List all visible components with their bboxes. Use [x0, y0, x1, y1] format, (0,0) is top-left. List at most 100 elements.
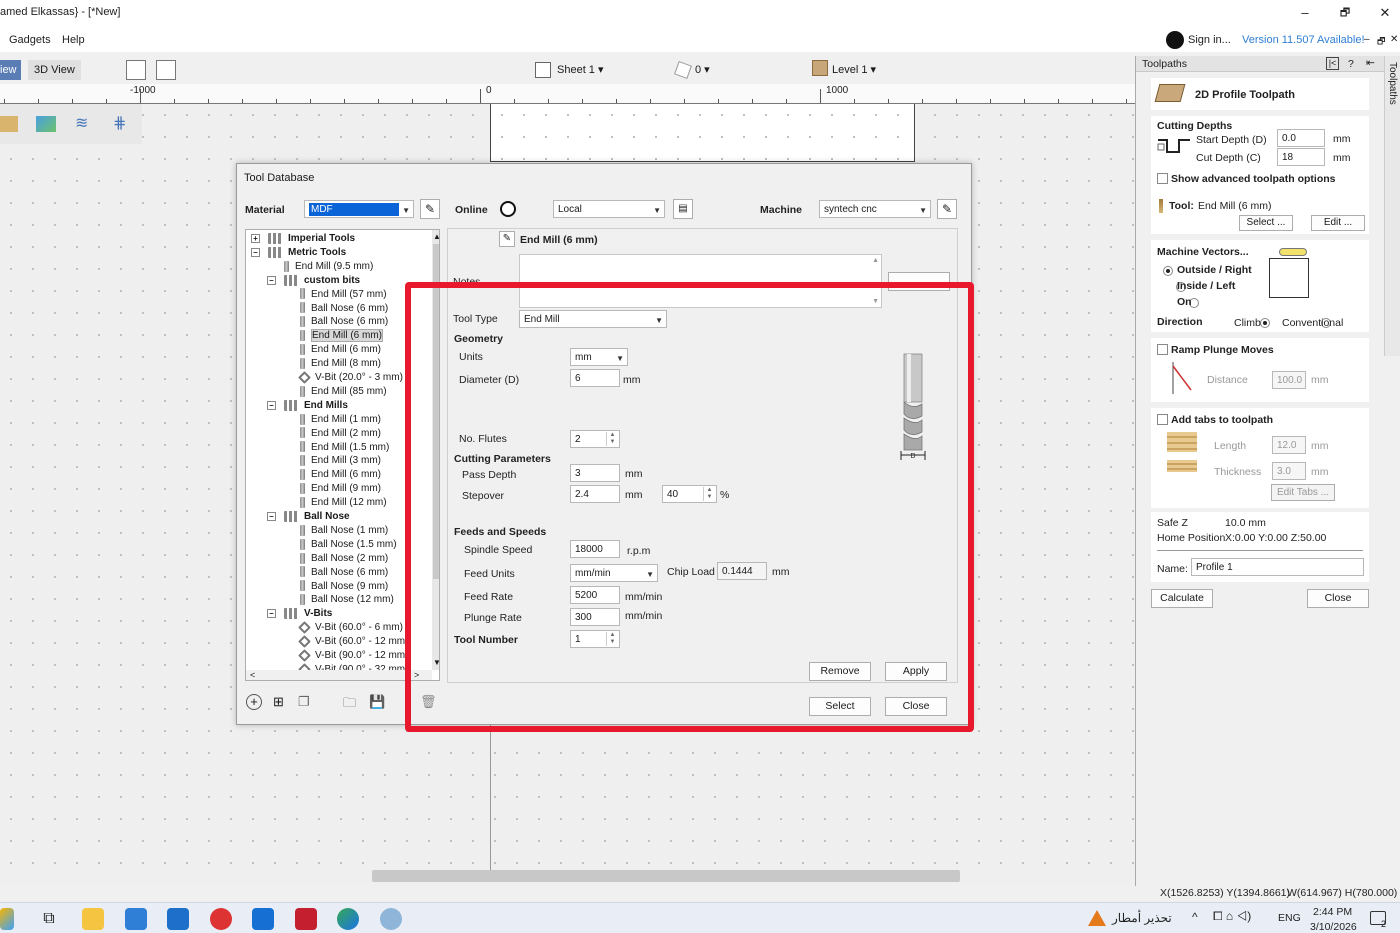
menu-help[interactable]: Help — [62, 34, 85, 46]
tree-item[interactable]: V-Bit (60.0° - 12 mm) — [298, 635, 408, 649]
tree-group[interactable]: – V-Bits — [267, 607, 332, 621]
edit-tabs-button[interactable]: Edit Tabs ... — [1271, 484, 1335, 501]
toolpaths-side-tab[interactable]: Toolpaths — [1384, 56, 1400, 356]
close-window-button[interactable]: ✕ — [1375, 4, 1395, 22]
length-input[interactable]: 12.0 — [1272, 436, 1306, 454]
open-folder-button[interactable]: 🗀 — [343, 694, 363, 714]
tree-item[interactable]: V-Bit (20.0° - 3 mm) — [298, 370, 403, 385]
tree-group[interactable]: – Ball Nose — [267, 510, 350, 524]
expand-icon[interactable]: + — [251, 234, 260, 243]
online-dropdown[interactable]: Local ▼ — [553, 200, 665, 218]
cut-depth-input[interactable]: 18 — [1277, 148, 1325, 166]
toolpath-name-input[interactable]: Profile 1 — [1191, 558, 1364, 576]
tree-group[interactable]: – End Mills — [267, 399, 348, 413]
tree-item[interactable]: Ball Nose (1 mm) — [300, 524, 388, 538]
task-view-icon[interactable]: ⧉ — [38, 908, 60, 930]
close-toolpath-button[interactable]: Close — [1307, 589, 1369, 608]
doc-minimize-button[interactable]: – — [1364, 34, 1370, 45]
minimize-button[interactable]: – — [1295, 4, 1315, 22]
canvas-scrollbar[interactable] — [372, 870, 960, 882]
weather-warning-icon[interactable] — [1088, 910, 1106, 926]
modeling-icon[interactable] — [36, 116, 56, 132]
sheet-dropdown[interactable]: Sheet 1 ▾ — [551, 60, 610, 80]
tree-item[interactable]: End Mill (6 mm) — [300, 468, 381, 482]
panel-collapse-icon[interactable]: |< — [1326, 57, 1339, 70]
tree-group[interactable]: – Metric Tools — [251, 246, 346, 260]
tree-item[interactable]: V-Bit (60.0° - 6 mm) — [298, 621, 403, 635]
distance-input[interactable]: 100.0 — [1272, 371, 1306, 389]
thickness-input[interactable]: 3.0 — [1272, 462, 1306, 480]
copilot-icon[interactable] — [0, 908, 14, 930]
ramp-checkbox[interactable] — [1157, 344, 1168, 355]
material-sheet[interactable] — [490, 104, 915, 162]
tree-item[interactable]: End Mill (2 mm) — [300, 427, 381, 441]
tree-item[interactable]: Ball Nose (6 mm) — [300, 566, 388, 580]
database-settings-button[interactable]: ▤ — [673, 199, 693, 219]
scroll-up-icon[interactable]: ▲ — [433, 232, 439, 241]
collapse-icon[interactable]: – — [251, 247, 260, 257]
toolpath-icon[interactable]: ≋ — [75, 116, 95, 132]
tree-item[interactable]: End Mill (9 mm) — [300, 482, 381, 496]
split-vertical-icon[interactable] — [156, 60, 176, 80]
edit-tool-button[interactable]: Edit ... — [1311, 215, 1365, 231]
tree-item[interactable]: End Mill (57 mm) — [300, 288, 387, 302]
clock-date[interactable]: 3/10/2026 — [1310, 921, 1357, 933]
menu-gadgets[interactable]: Gadgets — [9, 34, 51, 46]
machine-dropdown[interactable]: syntech cnc ▼ — [819, 200, 931, 218]
store-icon[interactable] — [125, 908, 147, 930]
rotation-dropdown[interactable]: 0 ▾ — [689, 60, 716, 80]
tree-item[interactable]: End Mill (3 mm) — [300, 454, 381, 468]
autocad-icon[interactable] — [295, 908, 317, 930]
split-horizontal-icon[interactable] — [126, 60, 146, 80]
advanced-options-checkbox[interactable] — [1157, 173, 1168, 184]
tree-group[interactable]: + Imperial Tools — [251, 232, 355, 246]
tree-item[interactable]: End Mill (1 mm) — [300, 413, 381, 427]
chevron-up-icon[interactable]: ^ — [1192, 910, 1198, 924]
tree-item[interactable]: End Mill (8 mm) — [300, 357, 381, 371]
add-group-button[interactable]: ⊞ — [273, 694, 293, 714]
edit-machine-button[interactable]: ✎ — [937, 199, 957, 219]
tabs-checkbox[interactable] — [1157, 414, 1168, 425]
level-dropdown[interactable]: Level 1 ▾ — [826, 60, 882, 80]
version-available-link[interactable]: Version 11.507 Available! — [1242, 34, 1365, 46]
edit-tool-name-button[interactable]: ✎ — [499, 231, 515, 247]
material-setup-icon[interactable] — [0, 116, 18, 132]
maximize-button[interactable]: 🗗 — [1335, 4, 1355, 22]
tree-item[interactable]: V-Bit (90.0° - 12 mm) — [298, 648, 408, 663]
climb-radio[interactable] — [1260, 318, 1271, 329]
scroll-left-icon[interactable]: < — [250, 670, 255, 680]
tree-item[interactable]: End Mill (6 mm) — [300, 343, 381, 357]
tree-item[interactable]: Ball Nose (6 mm) — [300, 315, 388, 329]
material-dropdown[interactable]: MDF ▼ — [304, 200, 414, 218]
collapse-icon[interactable]: – — [267, 275, 276, 285]
add-tool-button[interactable]: + — [246, 694, 266, 714]
tree-item[interactable]: End Mill (85 mm) — [300, 385, 387, 399]
toolpath-preview-icon[interactable]: ⋕ — [113, 116, 133, 132]
scroll-up-icon[interactable]: ▲ — [872, 257, 879, 264]
app-icon[interactable] — [210, 908, 232, 930]
tab-3d-view[interactable]: 3D View — [28, 60, 81, 80]
tree-item[interactable]: End Mill (6 mm) — [300, 329, 384, 343]
language-indicator[interactable]: ENG — [1278, 912, 1301, 924]
tray-icons[interactable]: ⧠ ⌂ ◁) — [1213, 909, 1251, 924]
tree-item[interactable]: End Mill (1.5 mm) — [300, 441, 389, 455]
sign-in-link[interactable]: Sign in... — [1188, 34, 1231, 46]
user-account-icon[interactable] — [500, 201, 516, 217]
tab-2d-view[interactable]: iew — [0, 60, 21, 80]
tree-item[interactable]: End Mill (9.5 mm) — [284, 260, 373, 274]
tree-group[interactable]: – custom bits — [267, 274, 360, 288]
select-tool-button[interactable]: Select ... — [1239, 215, 1293, 231]
doc-restore-button[interactable]: 🗗 — [1377, 34, 1385, 50]
clock-time[interactable]: 2:44 PM — [1313, 906, 1352, 918]
tree-item[interactable]: Ball Nose (6 mm) — [300, 302, 388, 316]
tree-item[interactable]: End Mill (12 mm) — [300, 496, 387, 510]
user-icon[interactable] — [1166, 31, 1184, 49]
pin-icon[interactable]: ⇤ — [1366, 57, 1375, 69]
weather-label[interactable]: تحذير أمطار — [1112, 911, 1172, 925]
app-icon-2[interactable] — [380, 908, 402, 930]
file-explorer-icon[interactable] — [82, 908, 104, 930]
calculate-button[interactable]: Calculate — [1151, 589, 1213, 608]
collapse-icon[interactable]: – — [267, 512, 276, 521]
save-button[interactable]: 💾 — [369, 694, 389, 714]
tree-item[interactable]: Ball Nose (1.5 mm) — [300, 538, 397, 552]
